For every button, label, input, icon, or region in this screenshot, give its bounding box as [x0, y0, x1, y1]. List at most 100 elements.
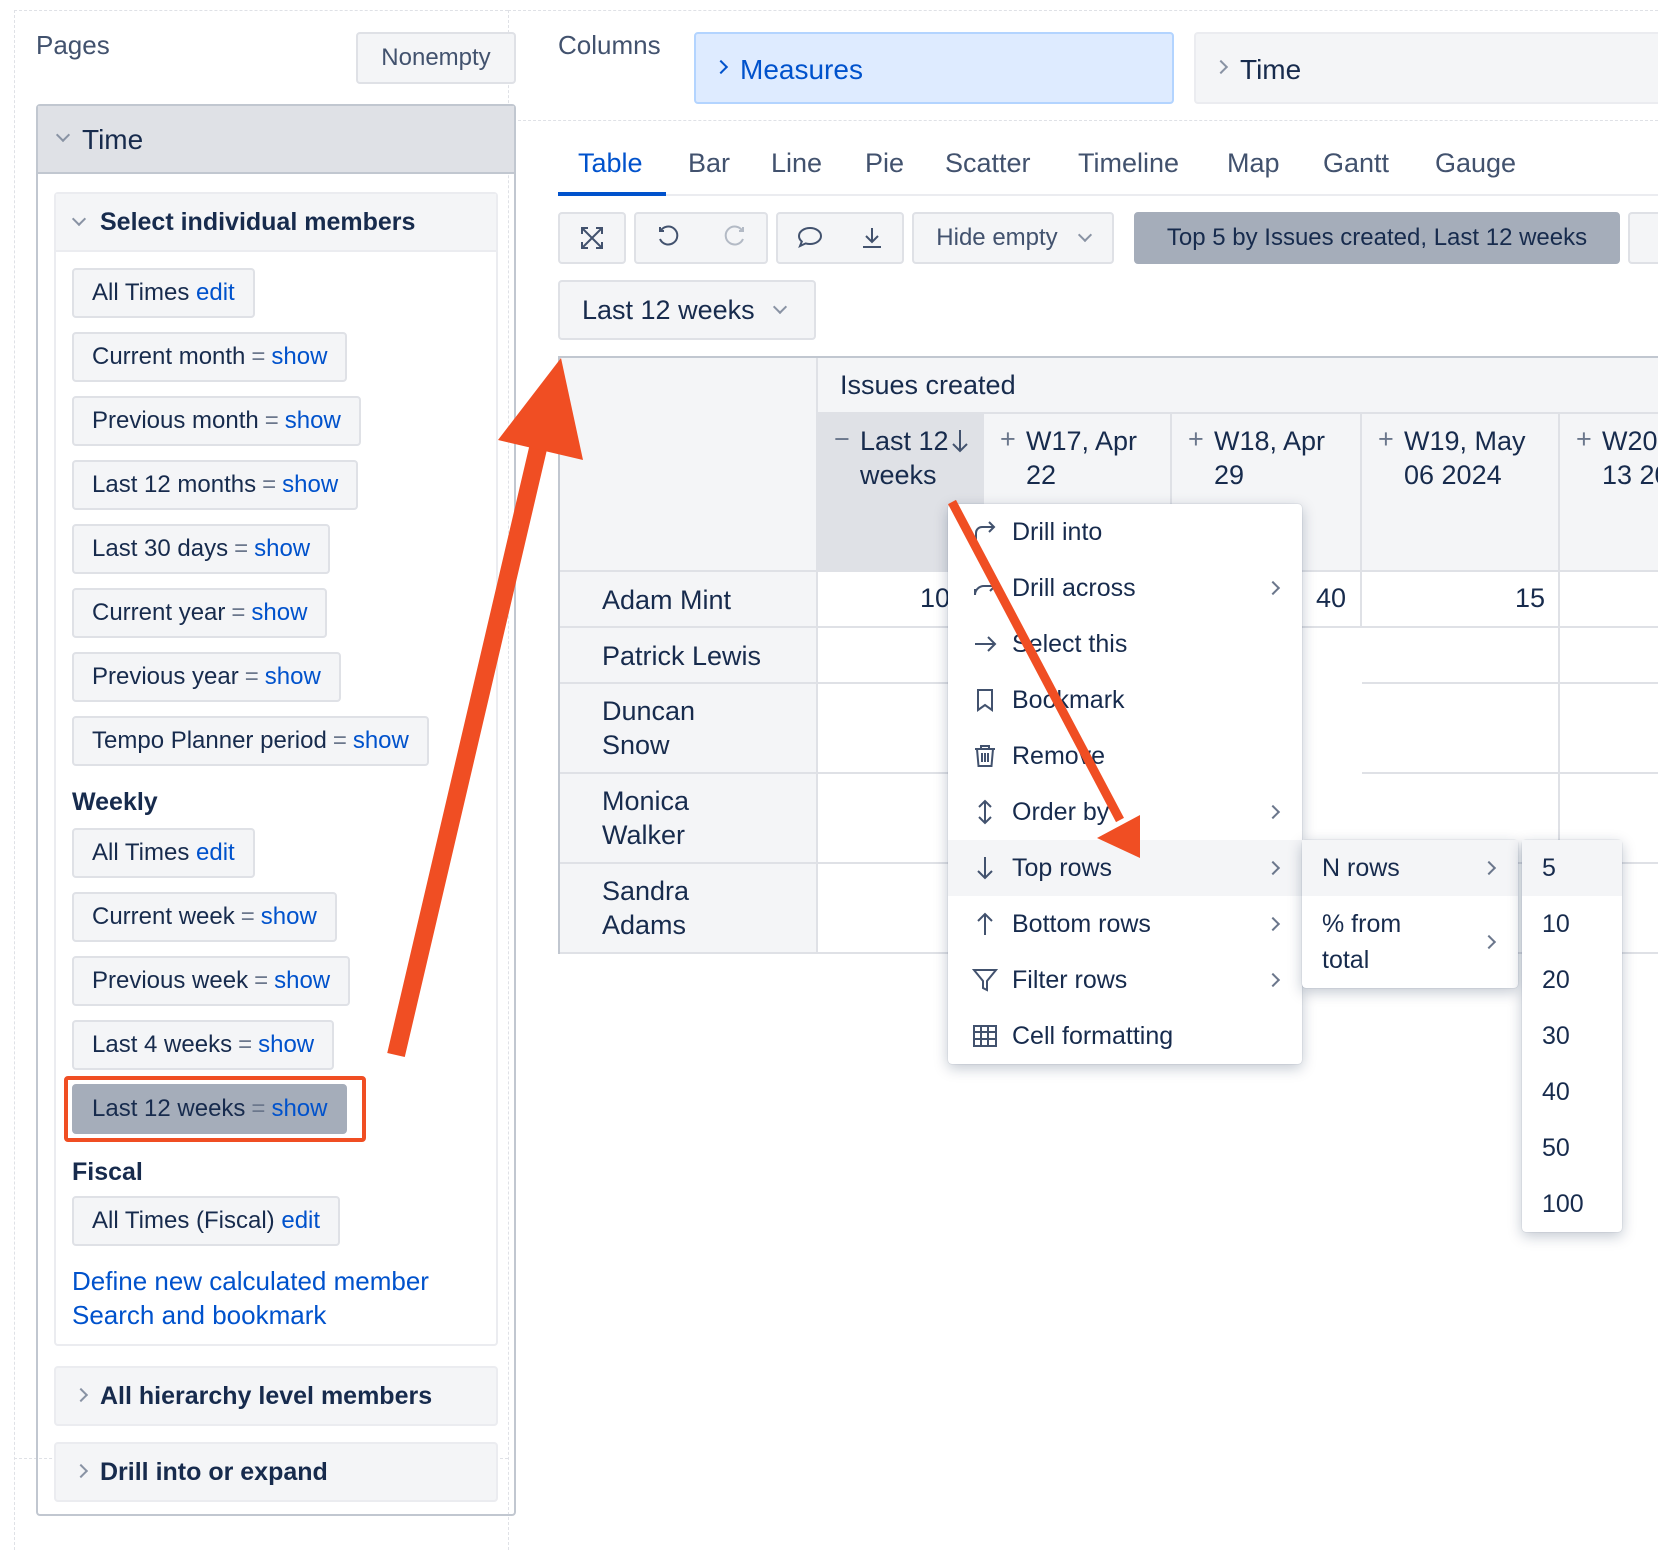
menu-item-bottom-rows[interactable]: Bottom rows: [948, 896, 1302, 952]
submenu-item-n-rows[interactable]: N rows: [1302, 840, 1518, 896]
edit-link[interactable]: edit: [196, 839, 235, 867]
menu-item-remove[interactable]: Remove: [948, 728, 1302, 784]
show-link[interactable]: show: [258, 1031, 314, 1059]
menu-item-filter-rows[interactable]: Filter rows: [948, 952, 1302, 1008]
drill-into-or-expand-section[interactable]: Drill into or expand: [54, 1442, 498, 1502]
cell-value: 40: [1316, 583, 1347, 613]
member-all-times[interactable]: All Times edit: [72, 268, 255, 318]
tab-line[interactable]: Line: [771, 148, 822, 179]
row-label: Monica Walker: [602, 786, 690, 850]
sort-desc-icon[interactable]: [950, 428, 970, 454]
download-icon[interactable]: [859, 225, 885, 251]
member-last-30-days[interactable]: Last 30 days = show: [72, 524, 331, 574]
member-tempo-planner-period[interactable]: Tempo Planner period = show: [72, 716, 429, 766]
comment-icon[interactable]: [796, 225, 824, 251]
toolbar-overflow-button[interactable]: [1628, 212, 1658, 264]
show-link[interactable]: show: [285, 407, 341, 435]
panel-guide-top: [14, 10, 508, 11]
member-current-month[interactable]: Current month = show: [72, 332, 348, 382]
tabs-underline: [558, 194, 1658, 196]
n-option[interactable]: 40: [1522, 1064, 1622, 1120]
chevron-right-icon: [73, 1463, 89, 1479]
top-rows-filter-chip[interactable]: Top 5 by Issues created, Last 12 weeks: [1134, 212, 1620, 264]
show-link[interactable]: show: [261, 903, 317, 931]
table-icon: [972, 1023, 998, 1049]
show-link[interactable]: show: [274, 967, 330, 995]
member-previous-week[interactable]: Previous week = show: [72, 956, 351, 1006]
tab-timeline[interactable]: Timeline: [1078, 148, 1179, 179]
edit-link[interactable]: edit: [196, 279, 235, 307]
member-previous-month[interactable]: Previous month = show: [72, 396, 361, 446]
n-option[interactable]: 5: [1522, 840, 1622, 896]
tab-table[interactable]: Table: [578, 148, 643, 179]
cell-value: 15: [1515, 583, 1546, 613]
data-cell: [1362, 628, 1560, 684]
hide-empty-dropdown[interactable]: Hide empty: [912, 212, 1114, 264]
full-screen-button[interactable]: [558, 212, 626, 264]
show-link[interactable]: show: [251, 599, 307, 627]
member-last-4-weeks[interactable]: Last 4 weeks = show: [72, 1020, 335, 1070]
show-link[interactable]: show: [271, 343, 327, 371]
column-header-w19[interactable]: + W19, May 06 2024: [1362, 414, 1560, 572]
chevron-right-icon: [1265, 860, 1281, 876]
top-rows-submenu: N rows % from total: [1302, 840, 1518, 988]
drill-across-icon: [972, 575, 998, 601]
active-tab-indicator: [558, 192, 666, 196]
member-current-year[interactable]: Current year = show: [72, 588, 328, 638]
n-option[interactable]: 10: [1522, 896, 1622, 952]
redo-icon[interactable]: [721, 225, 747, 251]
tab-map[interactable]: Map: [1227, 148, 1280, 179]
define-calculated-member-link[interactable]: Define new calculated member: [72, 1266, 429, 1297]
all-hierarchy-level-members-section[interactable]: All hierarchy level members: [54, 1366, 498, 1426]
member-previous-year[interactable]: Previous year = show: [72, 652, 341, 702]
show-link[interactable]: show: [254, 535, 310, 563]
fiscal-section-title: Fiscal: [72, 1158, 143, 1186]
menu-item-bookmark[interactable]: Bookmark: [948, 672, 1302, 728]
n-option[interactable]: 20: [1522, 952, 1622, 1008]
show-link[interactable]: show: [265, 663, 321, 691]
data-cell: [1560, 628, 1658, 684]
chevron-right-icon: [1213, 59, 1229, 75]
column-measures[interactable]: Measures: [694, 32, 1174, 104]
measure-header-label: Issues created: [840, 370, 1016, 400]
member-all-times-fiscal[interactable]: All Times (Fiscal) edit: [72, 1196, 341, 1246]
data-cell: [1362, 684, 1560, 774]
menu-item-cell-formatting[interactable]: Cell formatting: [948, 1008, 1302, 1064]
show-link[interactable]: show: [282, 471, 338, 499]
columns-guide-bottom: [508, 120, 1658, 121]
n-option[interactable]: 30: [1522, 1008, 1622, 1064]
weekly-section-title: Weekly: [72, 788, 158, 816]
member-weekly-all-times[interactable]: All Times edit: [72, 828, 255, 878]
bookmark-icon: [972, 687, 998, 713]
menu-item-select-this[interactable]: Select this: [948, 616, 1302, 672]
tab-gauge[interactable]: Gauge: [1435, 148, 1516, 179]
tab-gantt[interactable]: Gantt: [1323, 148, 1389, 179]
tab-pie[interactable]: Pie: [865, 148, 904, 179]
edit-link[interactable]: edit: [281, 1207, 320, 1235]
select-members-header[interactable]: Select individual members: [56, 194, 496, 252]
n-option[interactable]: 50: [1522, 1120, 1622, 1176]
menu-item-order-by[interactable]: Order by: [948, 784, 1302, 840]
columns-title: Columns: [558, 30, 661, 60]
member-last-12-weeks[interactable]: Last 12 weeks = show: [72, 1084, 348, 1134]
show-link[interactable]: show: [271, 1095, 327, 1123]
member-last-12-months[interactable]: Last 12 months = show: [72, 460, 359, 510]
submenu-item-percent-from-total[interactable]: % from total: [1302, 896, 1518, 988]
member-current-week[interactable]: Current week = show: [72, 892, 337, 942]
menu-item-drill-into[interactable]: Drill into: [948, 504, 1302, 560]
menu-item-top-rows[interactable]: Top rows: [948, 840, 1302, 896]
time-dimension-header[interactable]: Time: [38, 106, 514, 174]
page-filter-dropdown[interactable]: Last 12 weeks: [558, 280, 816, 340]
trash-icon: [972, 743, 998, 769]
tab-bar[interactable]: Bar: [688, 148, 730, 179]
menu-item-drill-across[interactable]: Drill across: [948, 560, 1302, 616]
chevron-right-icon: [73, 1387, 89, 1403]
tab-scatter[interactable]: Scatter: [945, 148, 1031, 179]
undo-icon[interactable]: [656, 225, 682, 251]
show-link[interactable]: show: [353, 727, 409, 755]
nonempty-button[interactable]: Nonempty: [356, 32, 516, 84]
n-option[interactable]: 100: [1522, 1176, 1622, 1232]
column-header-w20[interactable]: + W20, May 13 2024: [1560, 414, 1658, 572]
search-and-bookmark-link[interactable]: Search and bookmark: [72, 1300, 326, 1331]
column-time[interactable]: Time: [1194, 32, 1658, 104]
